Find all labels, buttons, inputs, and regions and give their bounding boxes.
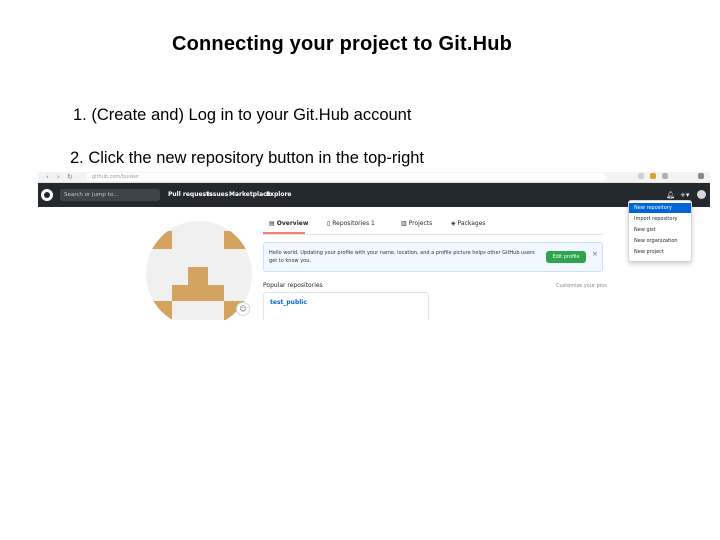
tab-label: Projects [408, 220, 433, 227]
menu-item-new-gist[interactable]: New gist [629, 225, 691, 235]
tab-overview[interactable]: ▤ Overview [269, 220, 308, 227]
identicon-block [188, 267, 208, 285]
new-dropdown-menu: New repository Import repository New gis… [628, 200, 692, 262]
identicon-block [146, 301, 172, 320]
back-icon[interactable]: ‹ [46, 172, 49, 182]
address-bar[interactable]: github.com/buoker [86, 173, 606, 181]
search-input[interactable]: Search or jump to... [60, 189, 160, 201]
github-logo-icon[interactable] [41, 189, 53, 201]
reload-icon[interactable]: ↻ [67, 172, 73, 182]
popular-repositories-heading: Popular repositories [263, 282, 323, 289]
identicon-block [224, 231, 252, 249]
tab-projects[interactable]: ▥ Projects [401, 220, 432, 227]
banner-text: Hello world. Updating your profile with … [269, 250, 535, 264]
tab-label: Repositories [332, 220, 370, 227]
extension-icon[interactable] [650, 173, 656, 179]
menu-item-import-repository[interactable]: Import repository [629, 214, 691, 224]
status-emoji-icon[interactable]: ☺ [236, 302, 250, 316]
book-icon: ▤ [269, 220, 275, 227]
github-screenshot: ‹ › ↻ github.com/buoker Search or jump t… [38, 172, 710, 320]
browser-toolbar: ‹ › ↻ github.com/buoker [38, 172, 710, 183]
repo-icon: ▯ [327, 220, 331, 227]
tab-count: 1 [371, 220, 375, 227]
step-2-text: 2. Click the new repository button in th… [70, 149, 425, 167]
identicon-block [172, 285, 224, 301]
step-1-text: 1. (Create and) Log in to your Git.Hub a… [73, 106, 412, 124]
github-header: Search or jump to... Pull requests Issue… [38, 183, 710, 207]
menu-icon[interactable] [698, 173, 704, 179]
tab-label: Packages [457, 220, 486, 227]
nav-pull-requests[interactable]: Pull requests [168, 190, 213, 200]
tab-repositories[interactable]: ▯ Repositories 1 [327, 220, 375, 227]
repo-link[interactable]: test_public [270, 299, 307, 306]
nav-explore[interactable]: Explore [266, 190, 291, 200]
tabs-divider [263, 234, 603, 235]
slide-title: Connecting your project to Git.Hub [171, 33, 513, 55]
extension-icon[interactable] [638, 173, 644, 179]
extension-icon[interactable] [662, 173, 668, 179]
close-icon[interactable]: × [592, 250, 598, 258]
avatar[interactable] [697, 190, 706, 199]
profile-tabs: ▤ Overview ▯ Repositories 1 ▥ Projects ◈… [263, 216, 603, 234]
package-icon: ◈ [451, 220, 456, 227]
profile-banner: Hello world. Updating your profile with … [263, 242, 603, 272]
identicon-block [146, 231, 172, 249]
menu-item-new-project[interactable]: New project [629, 247, 691, 257]
project-icon: ▥ [401, 220, 407, 227]
menu-item-new-repository[interactable]: New repository [629, 203, 691, 213]
nav-marketplace[interactable]: Marketplace [229, 190, 271, 200]
customize-pins-link[interactable]: Customize your pins [556, 283, 607, 289]
tab-packages[interactable]: ◈ Packages [451, 220, 486, 227]
menu-item-new-organization[interactable]: New organization [629, 236, 691, 246]
tab-label: Overview [276, 220, 309, 227]
forward-icon[interactable]: › [57, 172, 60, 182]
repo-card: test_public [263, 292, 429, 320]
edit-profile-button[interactable]: Edit profile [546, 251, 586, 263]
nav-issues[interactable]: Issues [207, 190, 228, 200]
